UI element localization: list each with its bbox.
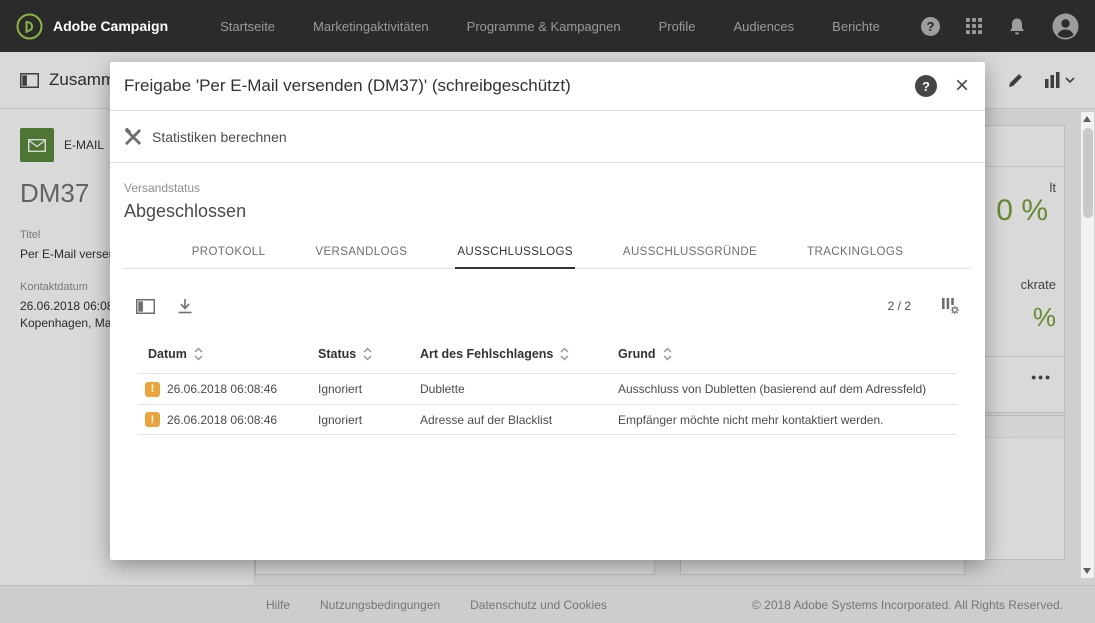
tab-ausschlusslogs[interactable]: AUSSCHLUSSLOGS (455, 238, 575, 269)
tab-protokoll[interactable]: PROTOKOLL (190, 238, 268, 268)
modal-tabs: PROTOKOLL VERSANDLOGS AUSSCHLUSSLOGS AUS… (124, 238, 971, 269)
nav-berichte[interactable]: Berichte (832, 19, 880, 34)
cell-art: Adresse auf der Blacklist (420, 413, 618, 427)
table-row[interactable]: ! 26.06.2018 06:08:46 Ignoriert Adresse … (138, 404, 957, 435)
user-avatar[interactable] (1052, 13, 1079, 40)
sort-icon (194, 347, 203, 361)
compute-statistics-label: Statistiken berechnen (152, 129, 287, 145)
status-label: Versandstatus (124, 181, 969, 195)
sort-icon (363, 347, 372, 361)
close-icon[interactable]: × (955, 74, 969, 98)
scroll-down-icon[interactable] (1083, 568, 1091, 574)
nav-profile[interactable]: Profile (659, 19, 696, 34)
record-counter: 2 / 2 (888, 299, 911, 313)
cell-status: Ignoriert (318, 413, 420, 427)
status-value: Abgeschlossen (124, 201, 969, 222)
column-header-datum[interactable]: Datum (138, 347, 318, 361)
compute-statistics-button[interactable]: Statistiken berechnen (110, 111, 985, 163)
nav-marketingaktivitaeten[interactable]: Marketingaktivitäten (313, 19, 429, 34)
brand-name: Adobe Campaign (53, 18, 168, 34)
nav-audiences[interactable]: Audiences (733, 19, 794, 34)
scrollbar-thumb[interactable] (1083, 128, 1093, 218)
screen: Adobe Campaign Startseite Marketingaktiv… (0, 0, 1095, 623)
nav-programme-kampagnen[interactable]: Programme & Kampagnen (467, 19, 621, 34)
apps-grid-icon[interactable] (966, 18, 982, 34)
column-label: Grund (618, 347, 656, 361)
nav-startseite[interactable]: Startseite (220, 19, 275, 34)
column-label: Art des Fehlschlagens (420, 347, 553, 361)
top-navbar: Adobe Campaign Startseite Marketingaktiv… (0, 0, 1095, 52)
vertical-scrollbar[interactable] (1081, 112, 1094, 578)
delivery-status: Versandstatus Abgeschlossen (110, 163, 985, 222)
column-header-status[interactable]: Status (318, 347, 420, 361)
cell-grund: Ausschluss von Dubletten (basierend auf … (618, 382, 957, 396)
freigabe-modal: Freigabe 'Per E-Mail versenden (DM37)' (… (110, 62, 985, 560)
main-nav: Startseite Marketingaktivitäten Programm… (220, 19, 880, 34)
tab-versandlogs[interactable]: VERSANDLOGS (313, 238, 409, 268)
adobe-campaign-logo-icon (16, 13, 43, 40)
notifications-bell-icon[interactable] (1008, 17, 1026, 36)
cell-grund: Empfänger möchte nicht mehr kontaktiert … (618, 413, 957, 427)
cell-status: Ignoriert (318, 382, 420, 396)
warning-icon: ! (145, 382, 160, 397)
column-header-art[interactable]: Art des Fehlschlagens (420, 347, 618, 361)
modal-title: Freigabe 'Per E-Mail versenden (DM37)' (… (124, 76, 571, 96)
table-header-row: Datum Status Art des Fehlschlagens (138, 343, 957, 373)
warning-icon: ! (145, 412, 160, 427)
column-header-grund[interactable]: Grund (618, 347, 957, 361)
compute-statistics-icon (124, 128, 142, 146)
brand: Adobe Campaign (0, 13, 168, 40)
tab-trackinglogs[interactable]: TRACKINGLOGS (805, 238, 905, 268)
cell-datum: 26.06.2018 06:08:46 (167, 413, 277, 427)
table-row[interactable]: ! 26.06.2018 06:08:46 Ignoriert Dublette… (138, 373, 957, 404)
table-toolbar: 2 / 2 (110, 269, 985, 343)
sort-icon (663, 347, 672, 361)
configure-columns-icon[interactable] (941, 297, 960, 315)
exclusion-logs-table: Datum Status Art des Fehlschlagens (138, 343, 957, 435)
modal-header: Freigabe 'Per E-Mail versenden (DM37)' (… (110, 62, 985, 111)
download-icon[interactable] (177, 298, 193, 314)
column-label: Status (318, 347, 356, 361)
sort-icon (560, 347, 569, 361)
table-toolbar-left (136, 298, 193, 314)
tab-ausschlussgruende[interactable]: AUSSCHLUSSGRÜNDE (621, 238, 759, 268)
table-toolbar-right: 2 / 2 (888, 297, 960, 315)
modal-header-actions: ? × (915, 74, 969, 98)
navbar-actions: ? (921, 13, 1095, 40)
help-icon[interactable]: ? (921, 17, 940, 36)
column-label: Datum (148, 347, 187, 361)
view-columns-icon[interactable] (136, 299, 155, 314)
scroll-up-icon[interactable] (1083, 116, 1091, 122)
cell-datum: 26.06.2018 06:08:46 (167, 382, 277, 396)
cell-art: Dublette (420, 382, 618, 396)
help-icon[interactable]: ? (915, 75, 937, 97)
